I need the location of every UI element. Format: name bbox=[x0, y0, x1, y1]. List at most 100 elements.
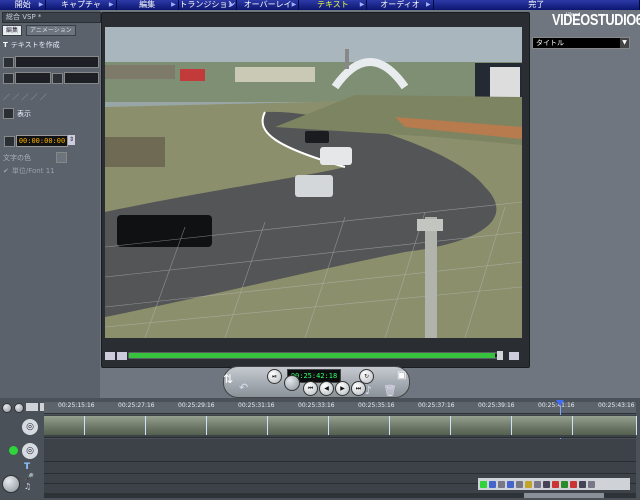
fit-icon[interactable] bbox=[26, 403, 38, 411]
step-finish[interactable]: 完了 bbox=[434, 0, 640, 10]
timeline-ruler[interactable]: 00:25:15:16 00:25:27:16 00:25:29:16 00:2… bbox=[44, 402, 636, 414]
step-bar: 開始 ▶ キャプチャ ▶ 編集 ▶ トランジション ▶ オーバーレイ ▶ テキスト ▶ オー… bbox=[0, 0, 640, 10]
timeline-scrollbar[interactable] bbox=[44, 493, 636, 498]
timeline-toolbar bbox=[478, 478, 630, 490]
zoom-out-icon[interactable] bbox=[2, 403, 12, 413]
show-checkbox-row[interactable]: 表示 bbox=[3, 108, 31, 119]
forward-button[interactable]: ▶ bbox=[335, 381, 350, 396]
font-icon bbox=[3, 57, 14, 68]
previous-frame-button[interactable]: ⏮ bbox=[303, 381, 318, 396]
title-track[interactable] bbox=[44, 462, 636, 474]
video-clip[interactable] bbox=[390, 416, 451, 435]
step-edit[interactable]: 編集 ▶ bbox=[117, 0, 179, 10]
step-overlay[interactable]: オーバーレイ ▶ bbox=[237, 0, 300, 10]
storyboard-view-icon[interactable] bbox=[480, 480, 487, 488]
timeline-mode-button[interactable] bbox=[2, 475, 20, 493]
wizard-icon[interactable] bbox=[525, 480, 532, 488]
show-label: 表示 bbox=[17, 109, 31, 118]
zoom-in-icon[interactable] bbox=[14, 403, 24, 413]
audio-view-icon[interactable] bbox=[498, 480, 505, 488]
font-select[interactable] bbox=[15, 56, 99, 68]
title-library-select[interactable]: タイトル ▼ bbox=[532, 37, 630, 49]
clock-icon bbox=[4, 136, 15, 147]
video-track-icon[interactable]: ◎ bbox=[22, 419, 38, 435]
video-clip[interactable] bbox=[329, 416, 390, 435]
video-frame-image bbox=[105, 27, 522, 338]
step-transition[interactable]: トランジション ▶ bbox=[179, 0, 238, 10]
color-icon bbox=[52, 73, 63, 84]
mark-in-button[interactable]: ⏯ bbox=[267, 369, 282, 384]
step-start[interactable]: 開始 ▶ bbox=[0, 0, 47, 10]
step-capture[interactable]: キャプチャ ▶ bbox=[46, 0, 117, 10]
rewind-button[interactable]: ◀ bbox=[319, 381, 334, 396]
preview-icon[interactable] bbox=[561, 480, 568, 488]
settings-icon[interactable] bbox=[579, 480, 586, 488]
bg-color-swatch[interactable] bbox=[56, 152, 67, 163]
video-preview bbox=[105, 27, 522, 338]
overlay-track-icon[interactable]: ◎ bbox=[22, 443, 38, 459]
create-text-row[interactable]: T テキストを作成 bbox=[3, 40, 60, 50]
trim-icon[interactable]: ⇅ bbox=[223, 372, 233, 386]
video-clip[interactable] bbox=[451, 416, 512, 435]
record-icon[interactable] bbox=[552, 480, 559, 488]
tick-label: 00:25:29:16 bbox=[178, 402, 215, 409]
tab-animation[interactable]: アニメーション bbox=[26, 25, 76, 36]
video-clip[interactable] bbox=[512, 416, 573, 435]
tick-label: 00:25:33:16 bbox=[298, 402, 335, 409]
step-text[interactable]: テキスト ▶ bbox=[299, 0, 368, 10]
save-icon[interactable]: ▣ bbox=[397, 370, 406, 381]
voice-track-icon[interactable]: 🎤 bbox=[24, 473, 34, 482]
video-track[interactable] bbox=[44, 415, 637, 438]
timeline-view-icon[interactable] bbox=[489, 480, 496, 488]
music-track-icon[interactable]: ♫ bbox=[24, 482, 31, 491]
insert-media-icon[interactable] bbox=[507, 480, 514, 488]
title-track-icon[interactable]: T bbox=[24, 462, 30, 472]
duration-timecode[interactable]: 00:00:00:00 bbox=[16, 135, 68, 147]
repeat-button[interactable]: ↻ bbox=[359, 369, 374, 384]
playhead-handle[interactable] bbox=[556, 400, 564, 406]
timecode-spinner[interactable]: ⇕ bbox=[68, 135, 75, 145]
tick-label: 00:25:35:16 bbox=[358, 402, 395, 409]
timeline-zoom-controls[interactable] bbox=[2, 403, 48, 413]
track-enabled-indicator[interactable] bbox=[9, 446, 18, 455]
size-icon bbox=[3, 73, 14, 84]
video-clip[interactable] bbox=[207, 416, 268, 435]
title-library-label: タイトル bbox=[536, 39, 564, 47]
playback-controls: ⏯ 00:25:42:18 ⏮ ◀ ▶ ⏭ ↻ ⇅ ↶ ♪ 🗑 ▣ bbox=[223, 366, 410, 398]
check-icon: ✔ bbox=[3, 167, 9, 175]
show-checkbox[interactable] bbox=[3, 108, 14, 119]
tick-label: 00:25:39:16 bbox=[478, 402, 515, 409]
help-icon[interactable] bbox=[588, 480, 595, 488]
tick-label: 00:25:43:16 bbox=[598, 402, 635, 409]
chapter-icon[interactable] bbox=[543, 480, 550, 488]
overlay-track[interactable] bbox=[44, 439, 636, 462]
video-clip[interactable] bbox=[268, 416, 329, 435]
bg-color-label: 文字の色 bbox=[3, 153, 31, 162]
tick-label: 00:25:27:16 bbox=[118, 402, 155, 409]
scrub-bar[interactable] bbox=[105, 350, 522, 362]
app-logo: VIDEOSTUDIO6 bbox=[552, 12, 640, 29]
cut-icon[interactable] bbox=[516, 480, 523, 488]
panel-title: 総合 VSP * bbox=[2, 12, 101, 23]
ripple-icon[interactable] bbox=[534, 480, 541, 488]
options-panel: 総合 VSP * 編集 アニメーション T テキストを作成 ／ ／ ／ ／ ／ … bbox=[0, 10, 101, 398]
video-clip[interactable] bbox=[573, 416, 637, 435]
font-export-label: 単位/Font 11 bbox=[11, 167, 55, 175]
undo-icon[interactable]: ↶ bbox=[239, 381, 248, 394]
bg-color-row[interactable]: 文字の色 bbox=[3, 152, 67, 163]
tick-label: 00:25:37:16 bbox=[418, 402, 455, 409]
style-buttons[interactable]: ／ ／ ／ ／ ／ bbox=[3, 92, 47, 102]
font-size-select[interactable] bbox=[15, 72, 51, 84]
font-export-row[interactable]: ✔ 単位/Font 11 bbox=[3, 166, 55, 176]
chevron-down-icon[interactable]: ▼ bbox=[620, 38, 629, 48]
color-select[interactable] bbox=[64, 72, 99, 84]
play-button[interactable] bbox=[284, 375, 300, 391]
video-clip[interactable] bbox=[44, 416, 85, 435]
trash-icon[interactable]: 🗑 bbox=[383, 384, 397, 397]
video-clip[interactable] bbox=[85, 416, 146, 435]
speaker-icon[interactable]: ♪ bbox=[365, 384, 372, 397]
tab-edit[interactable]: 編集 bbox=[2, 25, 23, 36]
video-clip[interactable] bbox=[146, 416, 207, 435]
step-audio[interactable]: オーディオ ▶ bbox=[367, 0, 434, 10]
export-icon[interactable] bbox=[570, 480, 577, 488]
